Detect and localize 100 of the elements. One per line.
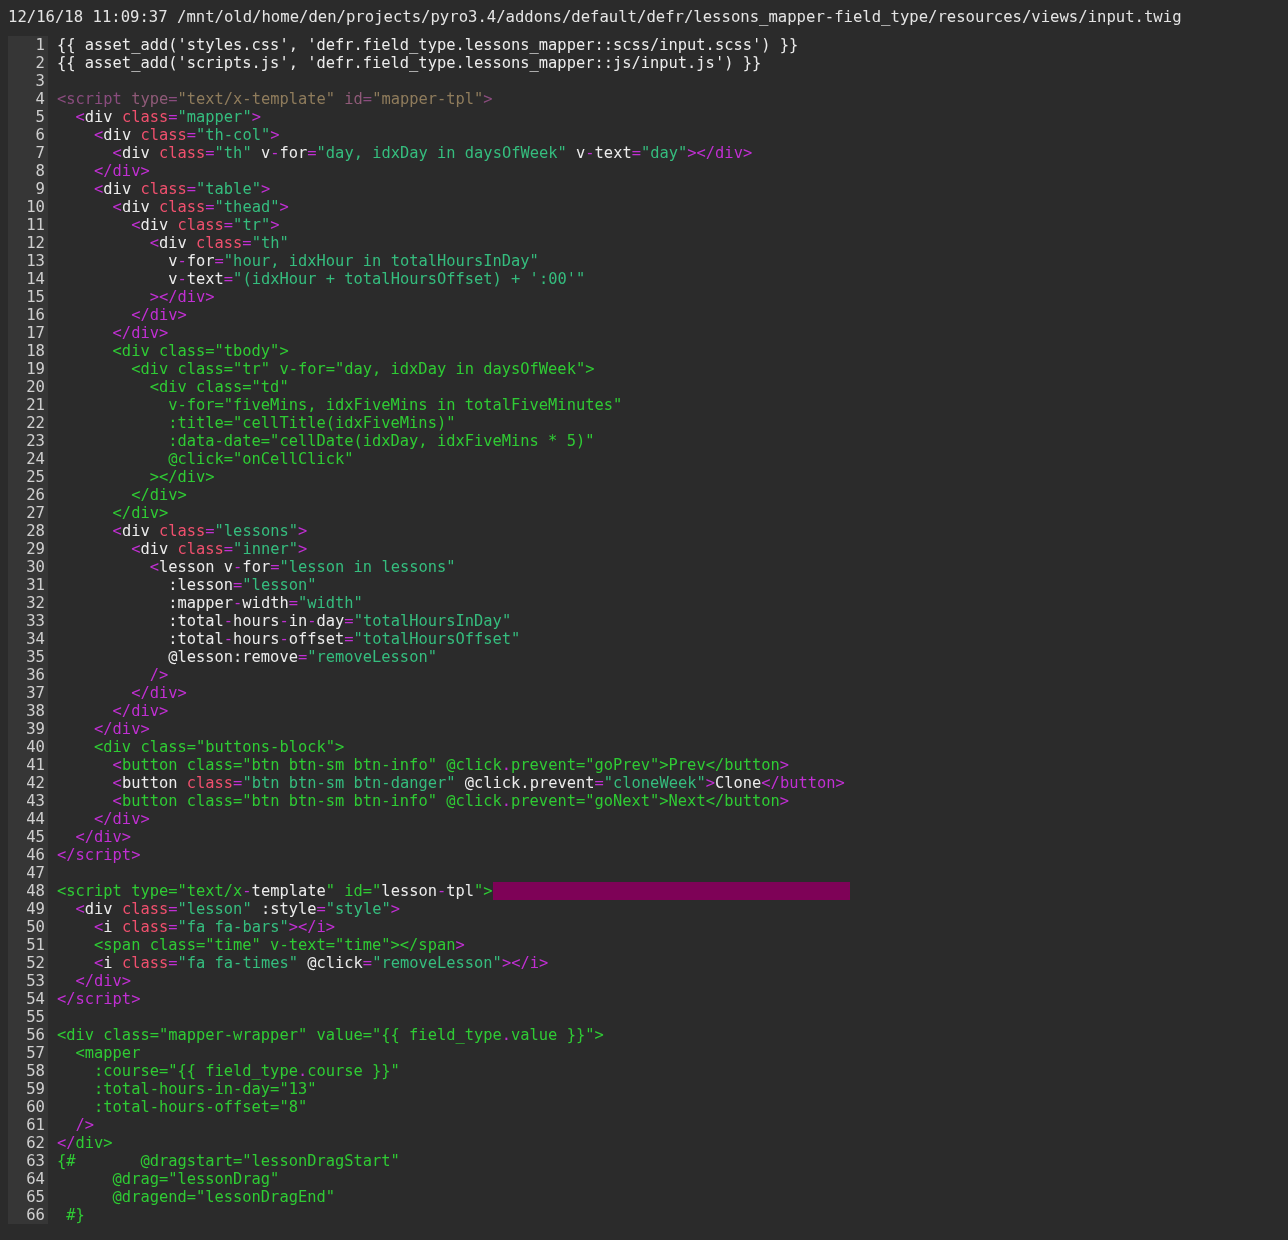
line-number: 8 (34, 162, 46, 180)
line-number: 47 (25, 864, 46, 882)
line-number: 58 (25, 1062, 46, 1080)
line-number: 19 (25, 360, 46, 378)
code-line: ></div> (148, 288, 215, 306)
line-number: 50 (25, 918, 46, 936)
code-line: <div class="lesson" :style="style"> (74, 900, 400, 918)
code-line: <div class="tr"> (130, 216, 280, 234)
line-number: 45 (25, 828, 46, 846)
line-number: 40 (25, 738, 46, 756)
code-line: /> (74, 1116, 95, 1134)
line-number: 4 (34, 90, 46, 108)
line-number: 34 (25, 630, 46, 648)
code-line: <button class="btn btn-sm btn-danger" @click.prevent="cloneWeek">Clone</button> (111, 774, 845, 792)
line-number: 65 (25, 1188, 46, 1206)
line-number: 55 (25, 1008, 46, 1026)
code-line: :total-hours-in-day="13" (93, 1080, 317, 1098)
code-line: <div class="mapper-wrapper" value="{{ field_type.value }}"> (57, 1026, 604, 1044)
code-line: </div> (130, 684, 187, 702)
line-number: 35 (25, 648, 46, 666)
line-number: 62 (25, 1134, 46, 1152)
code-line: :mapper-width="width" (167, 594, 363, 612)
line-number: 38 (25, 702, 46, 720)
code-line: /> (148, 666, 169, 684)
line-number: 39 (25, 720, 46, 738)
line-number: 36 (25, 666, 46, 684)
code-line: :total-hours-offset="totalHoursOffset" (167, 630, 521, 648)
line-number: 6 (34, 126, 46, 144)
code-line: <div class="mapper"> (74, 108, 261, 126)
code-line: @drag="lessonDrag" (111, 1170, 280, 1188)
code-line: @click="onCellClick" (167, 450, 354, 468)
line-number: 46 (25, 846, 46, 864)
code-line: :data-date="cellDate(idxDay, idxFiveMins * 5)" (167, 432, 595, 450)
line-number: 30 (25, 558, 46, 576)
code-line: </script> (57, 846, 141, 864)
line-number: 2 (34, 54, 46, 72)
code-line: {{ asset_add('styles.css', 'defr.field_type.lessons_mapper::scss/input.scss') }} (57, 36, 799, 54)
code-line: <div class="lessons"> (111, 522, 308, 540)
line-number: 54 (25, 990, 46, 1008)
code-line: :total-hours-in-day="totalHoursInDay" (167, 612, 512, 630)
line-number: 60 (25, 1098, 46, 1116)
line-number: 64 (25, 1170, 46, 1188)
line-number: 52 (25, 954, 46, 972)
code-line: <div class="td" (148, 378, 289, 396)
code-line: <div class="buttons-block"> (93, 738, 345, 756)
line-number: 41 (25, 756, 46, 774)
code-line: <mapper (74, 1044, 141, 1062)
line-number: 32 (25, 594, 46, 612)
code-line: v-for="fiveMins, idxFiveMins in totalFiveMinutes" (167, 396, 623, 414)
line-number: 9 (34, 180, 46, 198)
code-line: <div class="th" v-for="day, idxDay in daysOfWeek" v-text="day"></div> (111, 144, 753, 162)
code-line: </div> (74, 828, 132, 846)
line-number: 7 (34, 144, 46, 162)
code-line: @dragend="lessonDragEnd" (111, 1188, 335, 1206)
line-number: 23 (25, 432, 46, 450)
code-line: :course="{{ field_type.course }}" (93, 1062, 400, 1080)
code-line: </div> (130, 486, 187, 504)
line-number: 63 (25, 1152, 46, 1170)
code-line: </div> (93, 162, 150, 180)
code-line: @lesson:remove="removeLesson" (167, 648, 437, 666)
line-number: 66 (25, 1206, 46, 1224)
line-number: 37 (25, 684, 46, 702)
code-line: <div class="tbody"> (111, 342, 289, 360)
line-number: 53 (25, 972, 46, 990)
line-number: 31 (25, 576, 46, 594)
line-number: 12 (25, 234, 46, 252)
line-number: 33 (25, 612, 46, 630)
code-line: :title="cellTitle(idxFiveMins)" (167, 414, 456, 432)
code-line: <span class="time" v-text="time"></span> (93, 936, 465, 954)
code-line: <div class="thead"> (111, 198, 289, 216)
line-number: 29 (25, 540, 46, 558)
code-line: </div> (111, 504, 169, 522)
line-number: 44 (25, 810, 46, 828)
code-line: <div class="th-col"> (93, 126, 280, 144)
line-number: 22 (25, 414, 46, 432)
line-number: 25 (25, 468, 46, 486)
code-line: ></div> (148, 468, 215, 486)
line-number: 26 (25, 486, 46, 504)
code-line: </div> (111, 324, 169, 342)
line-number: 48 (25, 882, 46, 900)
line-number: 13 (25, 252, 46, 270)
line-number: 61 (25, 1116, 46, 1134)
line-number: 59 (25, 1080, 46, 1098)
line-number: 56 (25, 1026, 46, 1044)
line-number: 51 (25, 936, 46, 954)
code-line: <div class="table"> (93, 180, 271, 198)
code-line: </div> (74, 972, 132, 990)
line-number: 3 (34, 72, 46, 90)
line-number: 24 (25, 450, 46, 468)
code-line: {# @dragstart="lessonDragStart" (57, 1152, 400, 1170)
line-number: 14 (25, 270, 46, 288)
line-number: 57 (25, 1044, 46, 1062)
line-number: 11 (25, 216, 46, 234)
line-number: 16 (25, 306, 46, 324)
code-line: <script type="text/x-template" id="lesson-tpl"> (57, 882, 493, 900)
line-number: 17 (25, 324, 46, 342)
code-line: <button class="btn btn-sm btn-info" @click.prevent="goNext">Next</button> (111, 792, 790, 810)
line-number: 5 (34, 108, 46, 126)
line-number: 28 (25, 522, 46, 540)
line-number: 1 (34, 36, 46, 54)
